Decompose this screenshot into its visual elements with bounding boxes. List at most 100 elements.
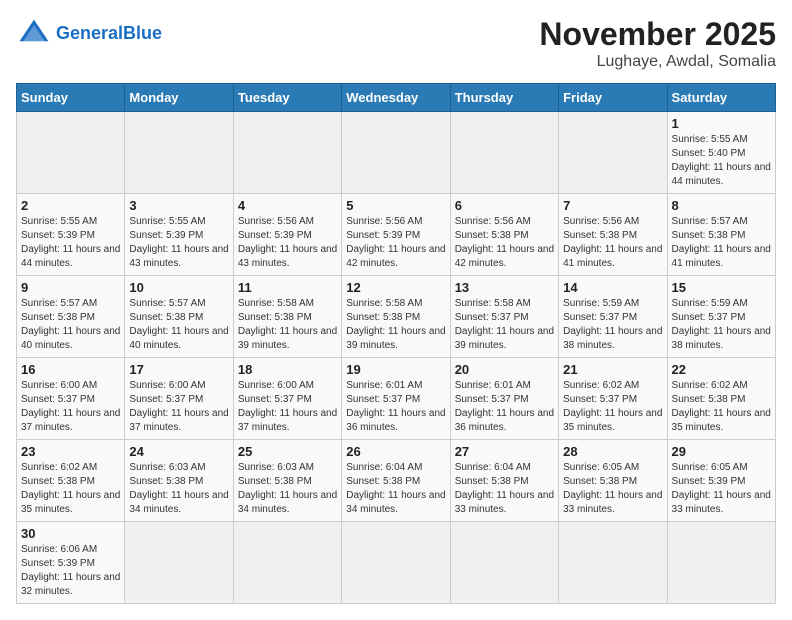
day-info: Sunrise: 6:02 AM Sunset: 5:38 PM Dayligh… bbox=[672, 379, 771, 435]
calendar-day-cell bbox=[233, 112, 341, 194]
calendar-day-cell: 6Sunrise: 5:56 AM Sunset: 5:38 PM Daylig… bbox=[450, 194, 558, 276]
day-info: Sunrise: 6:01 AM Sunset: 5:37 PM Dayligh… bbox=[455, 379, 554, 435]
day-info: Sunrise: 5:58 AM Sunset: 5:37 PM Dayligh… bbox=[455, 297, 554, 353]
title-block: November 2025 Lughaye, Awdal, Somalia bbox=[539, 16, 776, 71]
day-number: 9 bbox=[21, 280, 120, 295]
day-number: 29 bbox=[672, 444, 771, 459]
day-number: 13 bbox=[455, 280, 554, 295]
day-of-week-header: Tuesday bbox=[233, 84, 341, 112]
calendar-day-cell bbox=[342, 112, 450, 194]
calendar-day-cell: 30 Sunrise: 6:06 AM Sunset: 5:39 PM Dayli… bbox=[17, 522, 125, 604]
calendar-header-row: SundayMondayTuesdayWednesdayThursdayFrid… bbox=[17, 84, 776, 112]
calendar-day-cell: 23Sunrise: 6:02 AM Sunset: 5:38 PM Dayli… bbox=[17, 440, 125, 522]
day-number: 18 bbox=[238, 362, 337, 377]
day-number: 27 bbox=[455, 444, 554, 459]
calendar-day-cell bbox=[450, 112, 558, 194]
calendar-day-cell: 17 Sunrise: 6:00 AM Sunset: 5:37 PM Dayli… bbox=[125, 358, 233, 440]
calendar-day-cell: 3 Sunrise: 5:55 AM Sunset: 5:39 PM Daylig… bbox=[125, 194, 233, 276]
logo-icon bbox=[16, 16, 52, 52]
logo-text: GeneralBlue bbox=[56, 24, 162, 44]
calendar-day-cell: 12 Sunrise: 5:58 AM Sunset: 5:38 PM Dayli… bbox=[342, 276, 450, 358]
day-number: 2 bbox=[21, 198, 120, 213]
day-info: Sunrise: 5:56 AM Sunset: 5:39 PM Dayligh… bbox=[346, 215, 445, 271]
day-info: Sunrise: 6:05 AM Sunset: 5:39 PM Dayligh… bbox=[672, 461, 771, 517]
day-info: Sunrise: 5:55 AM Sunset: 5:39 PM Dayligh… bbox=[21, 215, 120, 271]
calendar-week-row: 30 Sunrise: 6:06 AM Sunset: 5:39 PM Dayli… bbox=[17, 522, 776, 604]
calendar-day-cell: 25Sunrise: 6:03 AM Sunset: 5:38 PM Dayli… bbox=[233, 440, 341, 522]
calendar-day-cell bbox=[559, 112, 667, 194]
day-number: 10 bbox=[129, 280, 228, 295]
day-info: Sunrise: 6:06 AM Sunset: 5:39 PM Dayligh… bbox=[21, 543, 120, 599]
day-number: 1 bbox=[672, 116, 771, 131]
day-info: Sunrise: 5:59 AM Sunset: 5:37 PM Dayligh… bbox=[672, 297, 771, 353]
day-number: 14 bbox=[563, 280, 662, 295]
day-number: 4 bbox=[238, 198, 337, 213]
day-info: Sunrise: 6:00 AM Sunset: 5:37 PM Dayligh… bbox=[21, 379, 120, 435]
calendar-day-cell bbox=[667, 522, 775, 604]
day-number: 23 bbox=[21, 444, 120, 459]
day-info: Sunrise: 5:57 AM Sunset: 5:38 PM Dayligh… bbox=[672, 215, 771, 271]
day-info: Sunrise: 6:04 AM Sunset: 5:38 PM Dayligh… bbox=[455, 461, 554, 517]
day-number: 12 bbox=[346, 280, 445, 295]
day-number: 6 bbox=[455, 198, 554, 213]
calendar-day-cell: 4 Sunrise: 5:56 AM Sunset: 5:39 PM Daylig… bbox=[233, 194, 341, 276]
calendar-day-cell: 26Sunrise: 6:04 AM Sunset: 5:38 PM Dayli… bbox=[342, 440, 450, 522]
day-number: 28 bbox=[563, 444, 662, 459]
day-info: Sunrise: 6:00 AM Sunset: 5:37 PM Dayligh… bbox=[238, 379, 337, 435]
day-number: 24 bbox=[129, 444, 228, 459]
day-number: 17 bbox=[129, 362, 228, 377]
calendar-table: SundayMondayTuesdayWednesdayThursdayFrid… bbox=[16, 83, 776, 604]
calendar-day-cell bbox=[125, 522, 233, 604]
day-info: Sunrise: 6:05 AM Sunset: 5:38 PM Dayligh… bbox=[563, 461, 662, 517]
day-number: 21 bbox=[563, 362, 662, 377]
day-info: Sunrise: 5:56 AM Sunset: 5:39 PM Dayligh… bbox=[238, 215, 337, 271]
calendar-day-cell: 20 Sunrise: 6:01 AM Sunset: 5:37 PM Dayli… bbox=[450, 358, 558, 440]
calendar-day-cell: 10Sunrise: 5:57 AM Sunset: 5:38 PM Dayli… bbox=[125, 276, 233, 358]
day-of-week-header: Friday bbox=[559, 84, 667, 112]
calendar-day-cell bbox=[559, 522, 667, 604]
day-info: Sunrise: 5:57 AM Sunset: 5:38 PM Dayligh… bbox=[21, 297, 120, 353]
day-info: Sunrise: 6:03 AM Sunset: 5:38 PM Dayligh… bbox=[238, 461, 337, 517]
page-header: GeneralBlue November 2025 Lughaye, Awdal… bbox=[16, 16, 776, 71]
day-number: 30 bbox=[21, 526, 120, 541]
calendar-day-cell: 15Sunrise: 5:59 AM Sunset: 5:37 PM Dayli… bbox=[667, 276, 775, 358]
day-info: Sunrise: 6:00 AM Sunset: 5:37 PM Dayligh… bbox=[129, 379, 228, 435]
day-info: Sunrise: 6:03 AM Sunset: 5:38 PM Dayligh… bbox=[129, 461, 228, 517]
day-number: 20 bbox=[455, 362, 554, 377]
day-info: Sunrise: 5:59 AM Sunset: 5:37 PM Dayligh… bbox=[563, 297, 662, 353]
calendar-day-cell: 14 Sunrise: 5:59 AM Sunset: 5:37 PM Dayli… bbox=[559, 276, 667, 358]
calendar-day-cell: 9 Sunrise: 5:57 AM Sunset: 5:38 PM Daylig… bbox=[17, 276, 125, 358]
calendar-day-cell: 18 Sunrise: 6:00 AM Sunset: 5:37 PM Dayli… bbox=[233, 358, 341, 440]
calendar-day-cell: 21 Sunrise: 6:02 AM Sunset: 5:37 PM Dayli… bbox=[559, 358, 667, 440]
day-of-week-header: Thursday bbox=[450, 84, 558, 112]
day-info: Sunrise: 5:58 AM Sunset: 5:38 PM Dayligh… bbox=[238, 297, 337, 353]
calendar-day-cell bbox=[125, 112, 233, 194]
day-number: 11 bbox=[238, 280, 337, 295]
day-of-week-header: Sunday bbox=[17, 84, 125, 112]
calendar-day-cell bbox=[233, 522, 341, 604]
day-info: Sunrise: 5:58 AM Sunset: 5:38 PM Dayligh… bbox=[346, 297, 445, 353]
day-info: Sunrise: 5:55 AM Sunset: 5:39 PM Dayligh… bbox=[129, 215, 228, 271]
calendar-day-cell: 24 Sunrise: 6:03 AM Sunset: 5:38 PM Dayli… bbox=[125, 440, 233, 522]
day-info: Sunrise: 5:56 AM Sunset: 5:38 PM Dayligh… bbox=[563, 215, 662, 271]
day-number: 19 bbox=[346, 362, 445, 377]
calendar-subtitle: Lughaye, Awdal, Somalia bbox=[539, 53, 776, 71]
calendar-day-cell: 7Sunrise: 5:56 AM Sunset: 5:38 PM Daylig… bbox=[559, 194, 667, 276]
calendar-day-cell bbox=[17, 112, 125, 194]
calendar-day-cell: 29 Sunrise: 6:05 AM Sunset: 5:39 PM Dayli… bbox=[667, 440, 775, 522]
calendar-day-cell: 27 Sunrise: 6:04 AM Sunset: 5:38 PM Dayli… bbox=[450, 440, 558, 522]
day-number: 26 bbox=[346, 444, 445, 459]
calendar-day-cell: 5 Sunrise: 5:56 AM Sunset: 5:39 PM Daylig… bbox=[342, 194, 450, 276]
day-number: 3 bbox=[129, 198, 228, 213]
logo: GeneralBlue bbox=[16, 16, 162, 52]
day-info: Sunrise: 6:02 AM Sunset: 5:37 PM Dayligh… bbox=[563, 379, 662, 435]
calendar-week-row: 2 Sunrise: 5:55 AM Sunset: 5:39 PM Daylig… bbox=[17, 194, 776, 276]
calendar-day-cell bbox=[342, 522, 450, 604]
day-info: Sunrise: 6:01 AM Sunset: 5:37 PM Dayligh… bbox=[346, 379, 445, 435]
calendar-day-cell: 22Sunrise: 6:02 AM Sunset: 5:38 PM Dayli… bbox=[667, 358, 775, 440]
day-number: 5 bbox=[346, 198, 445, 213]
calendar-day-cell: 28 Sunrise: 6:05 AM Sunset: 5:38 PM Dayli… bbox=[559, 440, 667, 522]
day-of-week-header: Monday bbox=[125, 84, 233, 112]
calendar-day-cell: 8Sunrise: 5:57 AM Sunset: 5:38 PM Daylig… bbox=[667, 194, 775, 276]
calendar-day-cell bbox=[450, 522, 558, 604]
